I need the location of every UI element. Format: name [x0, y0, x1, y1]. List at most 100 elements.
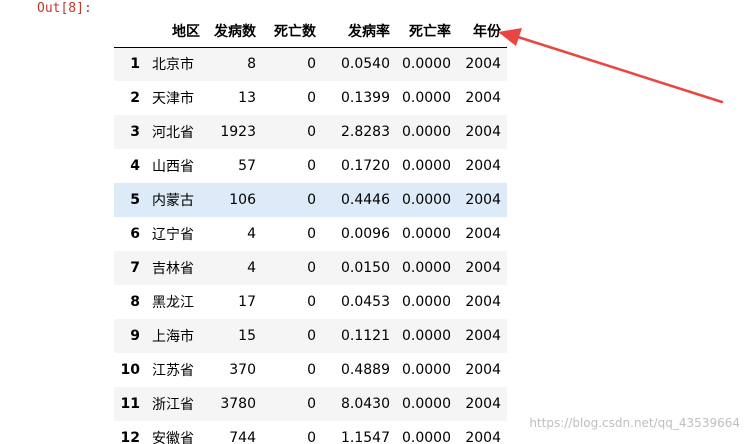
cell-incidence: 0.0150	[341, 260, 390, 276]
column-header-deaths: 死亡数	[262, 16, 322, 48]
cell-region: 河北省	[152, 125, 194, 141]
cell-mortality: 0.0000	[402, 430, 451, 444]
cell-year: 2004	[465, 226, 501, 242]
cell-region: 黑龙江	[152, 295, 194, 311]
cell-deaths: 0	[307, 396, 316, 412]
column-header-region: 地区	[146, 16, 206, 48]
cell-cases: 1923	[220, 124, 256, 140]
cell-cases: 3780	[220, 396, 256, 412]
cell-deaths: 0	[307, 226, 316, 242]
cell-year: 2004	[465, 430, 501, 444]
cell-incidence: 0.0453	[341, 294, 390, 310]
cell-region: 安徽省	[152, 431, 194, 444]
cell-mortality: 0.0000	[402, 362, 451, 378]
cell-year: 2004	[465, 56, 501, 73]
cell-incidence: 1.1547	[341, 430, 390, 444]
cell-deaths: 0	[307, 260, 316, 276]
output-prompt: Out[8]:	[37, 1, 92, 16]
watermark: https://blog.csdn.net/qq_43539664	[529, 416, 740, 430]
cell-deaths: 0	[307, 56, 316, 73]
table-row: 2 天津市 13 0 0.1399 0.0000 2004	[114, 81, 507, 115]
cell-year: 2004	[465, 328, 501, 344]
cell-cases: 17	[238, 294, 256, 310]
cell-region: 吉林省	[152, 261, 194, 277]
cell-cases: 4	[247, 260, 256, 276]
cell-incidence: 0.4889	[341, 362, 390, 378]
cell-mortality: 0.0000	[402, 328, 451, 344]
arrow-shaft	[516, 35, 724, 104]
cell-mortality: 0.0000	[402, 226, 451, 242]
cell-cases: 106	[229, 192, 256, 208]
cell-year: 2004	[465, 396, 501, 412]
table-row: 11 浙江省 3780 0 8.0430 0.0000 2004	[114, 387, 507, 421]
table-row: 4 山西省 57 0 0.1720 0.0000 2004	[114, 149, 507, 183]
cell-deaths: 0	[307, 328, 316, 344]
row-index: 12	[120, 430, 140, 444]
row-index: 6	[130, 226, 140, 242]
table-header: 地区 发病数 死亡数 发病率 死亡率 年份	[114, 16, 507, 48]
table-row: 12 安徽省 744 0 1.1547 0.0000 2004	[114, 421, 507, 444]
dataframe-table: 地区 发病数 死亡数 发病率 死亡率 年份 1 北京市 8 0 0.0540 0.0000…	[114, 16, 507, 444]
cell-region: 内蒙古	[152, 193, 194, 209]
column-header-year: 年份	[457, 16, 507, 48]
cell-mortality: 0.0000	[402, 158, 451, 174]
cell-incidence: 8.0430	[341, 396, 390, 412]
row-index: 10	[120, 362, 140, 378]
row-index: 2	[130, 90, 140, 106]
cell-region: 天津市	[152, 91, 194, 107]
cell-region: 辽宁省	[152, 227, 194, 243]
table-row: 9 上海市 15 0 0.1121 0.0000 2004	[114, 319, 507, 353]
cell-region: 北京市	[152, 57, 194, 74]
table-row: 8 黑龙江 17 0 0.0453 0.0000 2004	[114, 285, 507, 319]
cell-deaths: 0	[307, 192, 316, 208]
cell-incidence: 2.8283	[341, 124, 390, 140]
cell-region: 上海市	[152, 329, 194, 345]
row-index: 8	[130, 294, 140, 310]
cell-cases: 4	[247, 226, 256, 242]
cell-year: 2004	[465, 192, 501, 208]
table-row: 7 吉林省 4 0 0.0150 0.0000 2004	[114, 251, 507, 285]
cell-year: 2004	[465, 362, 501, 378]
header-row: 地区 发病数 死亡数 发病率 死亡率 年份	[114, 16, 507, 48]
cell-year: 2004	[465, 294, 501, 310]
cell-mortality: 0.0000	[402, 396, 451, 412]
cell-cases: 57	[238, 158, 256, 174]
table-row: 6 辽宁省 4 0 0.0096 0.0000 2004	[114, 217, 507, 251]
cell-region: 浙江省	[152, 397, 194, 413]
cell-region: 江苏省	[152, 363, 194, 379]
row-index: 7	[130, 260, 140, 276]
column-header-incidence: 发病率	[322, 16, 396, 48]
index-header	[114, 16, 146, 48]
cell-deaths: 0	[307, 90, 316, 106]
row-index: 11	[120, 396, 140, 412]
column-header-cases: 发病数	[206, 16, 262, 48]
row-index: 9	[130, 328, 140, 344]
cell-cases: 744	[229, 430, 256, 444]
row-index: 4	[130, 158, 140, 174]
cell-incidence: 0.1720	[341, 158, 390, 174]
cell-cases: 8	[247, 56, 256, 73]
cell-region: 山西省	[152, 159, 194, 175]
cell-deaths: 0	[307, 430, 316, 444]
cell-incidence: 0.1399	[341, 90, 390, 106]
cell-year: 2004	[465, 260, 501, 276]
cell-mortality: 0.0000	[402, 294, 451, 310]
row-index: 1	[130, 56, 140, 73]
cell-mortality: 0.0000	[402, 124, 451, 140]
table-body: 1 北京市 8 0 0.0540 0.0000 2004 2 天津市 13 0 0.1399 0.000…	[114, 47, 507, 444]
cell-cases: 15	[238, 328, 256, 344]
table-row: 10 江苏省 370 0 0.4889 0.0000 2004	[114, 353, 507, 387]
cell-year: 2004	[465, 124, 501, 140]
cell-incidence: 0.1121	[341, 328, 390, 344]
cell-deaths: 0	[307, 294, 316, 310]
cell-deaths: 0	[307, 158, 316, 174]
row-index: 5	[130, 192, 140, 208]
row-index: 3	[130, 124, 140, 140]
cell-mortality: 0.0000	[402, 90, 451, 106]
cell-year: 2004	[465, 90, 501, 106]
cell-incidence: 0.0540	[341, 56, 390, 73]
column-header-mortality: 死亡率	[396, 16, 457, 48]
table-row: 3 河北省 1923 0 2.8283 0.0000 2004	[114, 115, 507, 149]
cell-cases: 370	[229, 362, 256, 378]
table-row: 5 内蒙古 106 0 0.4446 0.0000 2004	[114, 183, 507, 217]
